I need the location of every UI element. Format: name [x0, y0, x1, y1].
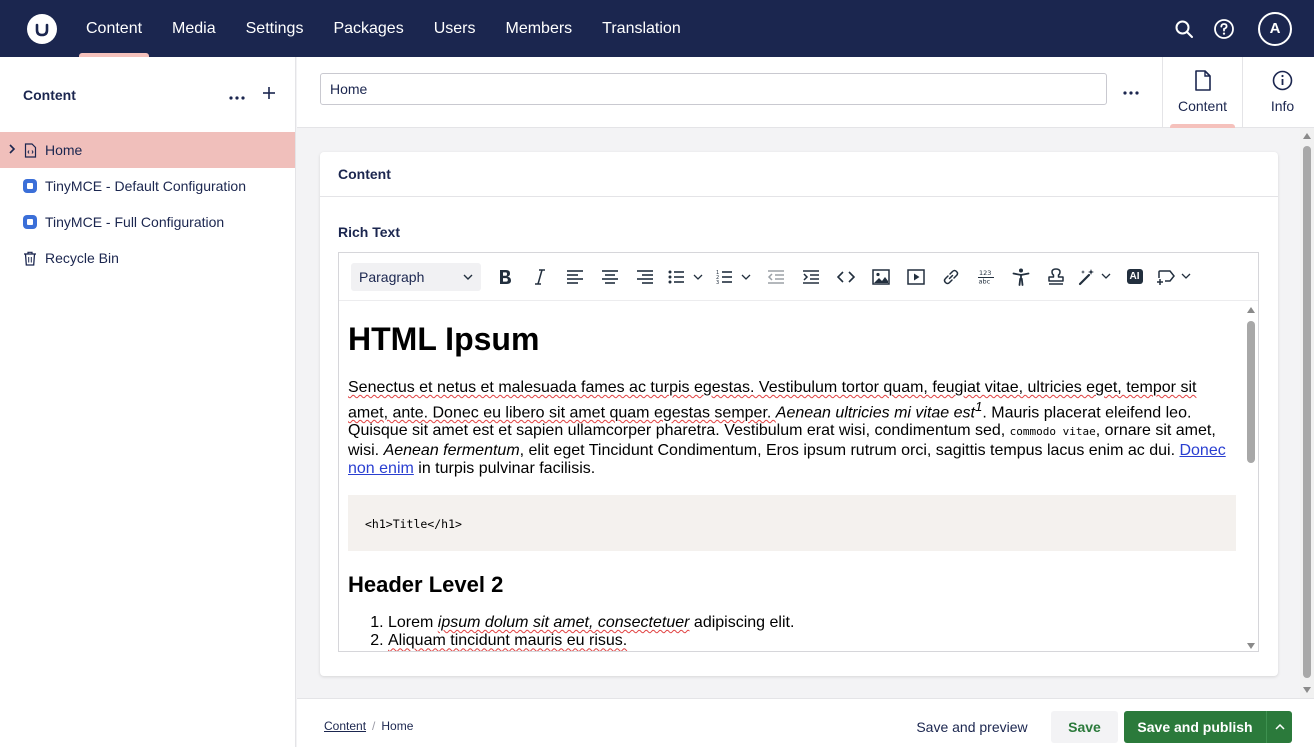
workspace-header: Content Info [297, 57, 1314, 128]
sidebar-title: Content [23, 86, 76, 103]
card-title: Content [320, 152, 1278, 197]
numbered-list-icon[interactable]: 123 [710, 263, 758, 291]
insert-template-icon[interactable] [1152, 263, 1196, 291]
content-card: Content Rich Text Paragraph 1 2 3 123 ab… [320, 152, 1278, 676]
svg-text:3: 3 [716, 280, 719, 284]
editor-document[interactable]: HTML Ipsum Senectus et netus et malesuad… [339, 301, 1244, 651]
document-name-input[interactable] [320, 73, 1107, 105]
italic-icon[interactable] [522, 263, 557, 291]
nav-media[interactable]: Media [157, 0, 231, 57]
bullet-list-icon[interactable] [662, 263, 710, 291]
breadcrumb-separator: / [372, 719, 376, 733]
svg-text:abc: abc [978, 277, 990, 285]
nav-settings[interactable]: Settings [231, 0, 319, 57]
nav-packages[interactable]: Packages [318, 0, 418, 57]
tree-item-home[interactable]: Home [0, 132, 295, 168]
tab-label: Info [1270, 98, 1295, 114]
code-block: <h1>Title</h1> [348, 494, 1236, 551]
document-heading-2: Header Level 2 [348, 571, 504, 597]
ordered-list: Lorem ipsum dolum sit amet, consectetuer… [348, 614, 1244, 651]
tinymce-icon [22, 178, 38, 194]
align-center-icon[interactable] [592, 263, 627, 291]
tree-item-label: TinyMCE - Full Configuration [45, 214, 225, 230]
content-tree-sidebar: Content Home TinyMCE - Default Configura… [0, 57, 296, 747]
top-bar: Content Media Settings Packages Users Me… [0, 0, 1314, 57]
more-actions-icon[interactable] [227, 83, 247, 105]
svg-text:123: 123 [979, 269, 991, 277]
tree-item-tinymce-full[interactable]: TinyMCE - Full Configuration [0, 204, 295, 240]
add-icon[interactable] [259, 83, 279, 105]
more-actions-icon[interactable] [1123, 79, 1139, 100]
media-icon[interactable] [898, 263, 933, 291]
chevron-right-icon[interactable] [8, 143, 22, 157]
publish-options-button[interactable] [1266, 711, 1292, 743]
accessibility-icon[interactable] [1003, 263, 1038, 291]
main-nav: Content Media Settings Packages Users Me… [71, 0, 696, 57]
tab-label: Content [1177, 98, 1228, 114]
nav-users[interactable]: Users [419, 0, 491, 57]
help-icon[interactable] [1212, 17, 1236, 41]
align-right-icon[interactable] [627, 263, 662, 291]
list-item: Aliquam tincidunt mauris eu risus. [388, 632, 1244, 651]
code-icon[interactable] [828, 263, 863, 291]
rich-text-editor: Paragraph 1 2 3 123 abc AI HTML Ipsum Se… [338, 252, 1259, 652]
nav-members[interactable]: Members [490, 0, 587, 57]
document-heading-1: HTML Ipsum [348, 321, 540, 357]
ai-label: AI [1126, 269, 1143, 284]
document-icon [1194, 70, 1212, 94]
scroll-down-icon[interactable] [1247, 643, 1255, 649]
editor-scrollbar[interactable] [1246, 305, 1256, 651]
chevron-down-icon [463, 274, 473, 280]
tab-info[interactable]: Info [1242, 57, 1314, 127]
breadcrumb-current: Home [381, 719, 414, 733]
link-icon[interactable] [933, 263, 968, 291]
tinymce-icon [22, 214, 38, 230]
tree-item-label: Recycle Bin [45, 250, 119, 266]
ai-assistant-icon[interactable]: AI [1117, 263, 1152, 291]
breadcrumb-content[interactable]: Content [324, 719, 366, 733]
editor-toolbar: Paragraph 1 2 3 123 abc AI [339, 253, 1258, 301]
save-and-preview-button[interactable]: Save and preview [907, 711, 1037, 743]
save-button[interactable]: Save [1051, 711, 1118, 743]
workspace-footer: Content / Home Save and preview Save Sav… [297, 698, 1314, 747]
tree-item-recycle-bin[interactable]: Recycle Bin [0, 240, 295, 276]
info-icon [1272, 70, 1293, 94]
indent-icon[interactable] [793, 263, 828, 291]
workspace-main: Content Rich Text Paragraph 1 2 3 123 ab… [297, 128, 1300, 698]
tree-item-tinymce-default[interactable]: TinyMCE - Default Configuration [0, 168, 295, 204]
document-paragraph: Senectus et netus et malesuada fames ac … [348, 379, 1226, 478]
page-scrollbar[interactable] [1300, 128, 1314, 698]
search-icon[interactable] [1172, 17, 1196, 41]
nav-translation[interactable]: Translation [587, 0, 696, 57]
chevron-up-icon [1274, 724, 1285, 730]
block-format-select[interactable]: Paragraph [351, 262, 481, 291]
scroll-up-icon[interactable] [1303, 133, 1311, 139]
word-count-icon[interactable]: 123 abc [968, 263, 1003, 291]
align-left-icon[interactable] [557, 263, 592, 291]
block-format-value: Paragraph [359, 268, 425, 285]
save-and-publish-button[interactable]: Save and publish [1124, 711, 1266, 743]
property-label: Rich Text [338, 224, 400, 240]
list-item: Lorem ipsum dolum sit amet, consectetuer… [388, 614, 1244, 633]
bold-icon[interactable] [487, 263, 522, 291]
nav-content[interactable]: Content [71, 0, 157, 57]
breadcrumb: Content / Home [324, 719, 413, 733]
page-scrollbar-thumb[interactable] [1303, 146, 1311, 678]
image-icon[interactable] [863, 263, 898, 291]
outdent-icon[interactable] [758, 263, 793, 291]
trash-icon [22, 250, 38, 266]
tree-item-label: TinyMCE - Default Configuration [45, 178, 247, 194]
tree-item-label: Home [45, 142, 83, 158]
scroll-down-icon[interactable] [1303, 687, 1311, 693]
scroll-up-icon[interactable] [1247, 307, 1255, 313]
document-icon [22, 142, 38, 158]
magic-wand-icon[interactable] [1073, 263, 1117, 291]
umbraco-logo-icon[interactable] [27, 13, 57, 44]
editor-scrollbar-thumb[interactable] [1247, 321, 1255, 463]
tab-content[interactable]: Content [1162, 57, 1242, 128]
stamp-icon[interactable] [1038, 263, 1073, 291]
user-avatar[interactable]: A [1258, 11, 1292, 46]
